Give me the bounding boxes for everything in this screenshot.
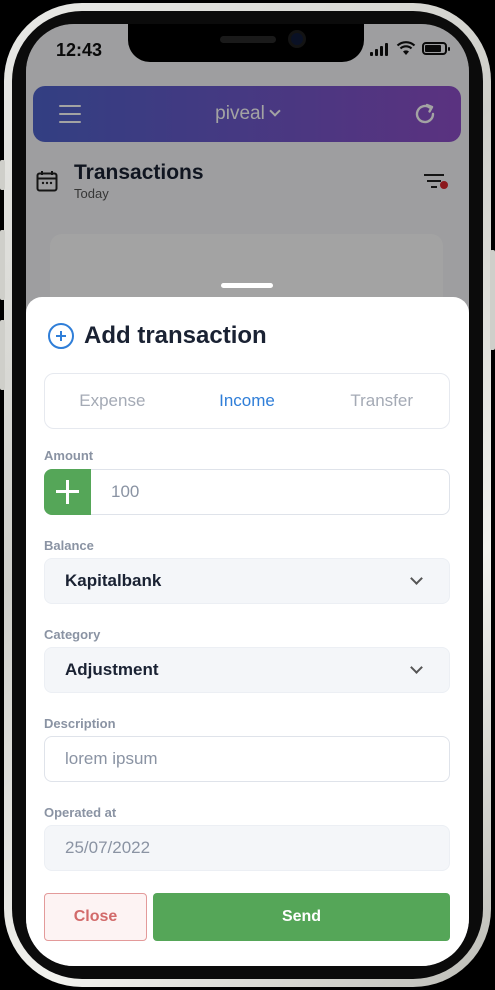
sheet-title: Add transaction	[48, 321, 267, 351]
description-label: Description	[44, 716, 116, 731]
tab-income[interactable]: Income	[180, 374, 315, 428]
add-circle-icon	[48, 323, 74, 349]
description-input[interactable]: lorem ipsum	[44, 736, 450, 782]
sheet-title-text: Add transaction	[84, 322, 267, 349]
side-button	[490, 250, 495, 350]
add-transaction-sheet: Add transaction Expense Income Transfer …	[26, 283, 469, 966]
tab-transfer[interactable]: Transfer	[314, 374, 449, 428]
operated-at-value: 25/07/2022	[65, 838, 151, 857]
amount-label: Amount	[44, 448, 94, 463]
category-select[interactable]: Adjustment	[44, 647, 450, 693]
balance-value: Kapitalbank	[65, 571, 162, 590]
sheet-actions: Close Send	[44, 893, 450, 941]
transaction-type-tabs: Expense Income Transfer	[44, 373, 450, 429]
operated-at-input[interactable]: 25/07/2022	[44, 825, 450, 871]
chevron-down-icon	[410, 572, 423, 585]
side-button	[0, 230, 5, 300]
send-button[interactable]: Send	[153, 893, 450, 941]
chevron-down-icon	[410, 661, 423, 674]
side-button	[0, 160, 5, 190]
side-button	[0, 320, 5, 390]
sheet-drag-handle[interactable]	[221, 283, 273, 288]
balance-select[interactable]: Kapitalbank	[44, 558, 450, 604]
operated-at-label: Operated at	[44, 805, 117, 820]
amount-input[interactable]: 100	[91, 482, 139, 502]
amount-field: 100	[44, 469, 450, 515]
phone-screen: 12:43 piveal Transactions Today Add tran…	[26, 24, 469, 966]
category-value: Adjustment	[65, 660, 159, 679]
description-placeholder: lorem ipsum	[65, 749, 158, 768]
tab-expense[interactable]: Expense	[45, 374, 180, 428]
balance-label: Balance	[44, 538, 94, 553]
income-sign-button[interactable]	[44, 469, 91, 515]
category-label: Category	[44, 627, 101, 642]
close-button[interactable]: Close	[44, 893, 147, 941]
